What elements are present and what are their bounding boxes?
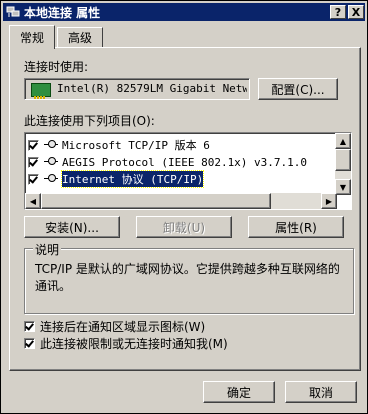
- cancel-button[interactable]: 取消: [285, 381, 357, 403]
- component-checkbox[interactable]: [28, 173, 39, 185]
- connect-using-label: 连接时使用:: [24, 60, 89, 74]
- list-item-tcpip-v6[interactable]: Microsoft TCP/IP 版本 6: [28, 137, 333, 153]
- components-list[interactable]: Microsoft TCP/IP 版本 6 AEGIS Protocol (IE…: [24, 132, 352, 210]
- network-card-icon: [31, 83, 51, 99]
- component-checkbox[interactable]: [28, 156, 39, 168]
- vertical-scrollbar[interactable]: ▲ ▼: [335, 133, 351, 195]
- properties-button[interactable]: 属性(R): [248, 216, 344, 238]
- scroll-left-icon[interactable]: ◀: [25, 193, 41, 209]
- list-item-tcpip[interactable]: Internet 协议 (TCP/IP): [28, 170, 333, 188]
- description-text: TCP/IP 是默认的广域网协议。它提供跨越多种互联网络的通讯。: [35, 262, 340, 293]
- component-checkbox[interactable]: [28, 139, 39, 151]
- horizontal-scrollbar[interactable]: ◀ ▶: [25, 193, 337, 209]
- horizontal-scroll-thumb[interactable]: [41, 193, 271, 209]
- install-button[interactable]: 安装(N)...: [24, 216, 120, 238]
- show-icon-label: 连接后在通知区域显示图标(W): [40, 320, 206, 334]
- network-connection-icon: [6, 5, 20, 19]
- window-title: 本地连接 属性: [24, 5, 101, 20]
- notify-label: 此连接被限制或无连接时通知我(M): [40, 337, 228, 351]
- list-item-label: Internet 协议 (TCP/IP): [60, 170, 205, 188]
- scroll-up-icon[interactable]: ▲: [335, 133, 351, 149]
- vertical-scroll-thumb[interactable]: [335, 149, 351, 171]
- scroll-down-icon[interactable]: ▼: [335, 179, 351, 195]
- description-group: 说明 TCP/IP 是默认的广域网协议。它提供跨越多种互联网络的通讯。: [24, 241, 354, 314]
- help-button[interactable]: ?: [330, 5, 346, 19]
- properties-dialog: 本地连接 属性 ? X 常规 高级 连接时使用: Intel(R) 82579L…: [0, 0, 368, 414]
- notify-option[interactable]: 此连接被限制或无连接时通知我(M): [24, 335, 228, 352]
- scroll-right-icon[interactable]: ▶: [321, 193, 337, 209]
- ok-button[interactable]: 确定: [203, 381, 275, 403]
- components-label: 此连接使用下列项目(O):: [24, 114, 155, 128]
- title-bar[interactable]: 本地连接 属性 ? X: [3, 3, 365, 21]
- list-item-label: AEGIS Protocol (IEEE 802.1x) v3.7.1.0: [62, 155, 308, 169]
- list-item-aegis[interactable]: AEGIS Protocol (IEEE 802.1x) v3.7.1.0: [28, 154, 333, 170]
- close-button[interactable]: X: [348, 5, 364, 19]
- description-title: 说明: [33, 241, 62, 258]
- uninstall-button: 卸载(U): [136, 216, 232, 238]
- show-icon-checkbox[interactable]: [24, 321, 35, 332]
- list-item-label: Microsoft TCP/IP 版本 6: [62, 139, 210, 152]
- adapter-display: Intel(R) 82579LM Gigabit Netwo: [24, 78, 250, 100]
- protocol-icon: [44, 174, 60, 184]
- general-panel: 连接时使用: Intel(R) 82579LM Gigabit Netwo 配置…: [9, 47, 361, 371]
- show-icon-option[interactable]: 连接后在通知区域显示图标(W): [24, 318, 205, 335]
- protocol-icon: [44, 140, 60, 150]
- protocol-icon: [44, 157, 60, 167]
- tab-general[interactable]: 常规: [9, 25, 55, 49]
- notify-checkbox[interactable]: [24, 338, 35, 349]
- configure-button[interactable]: 配置(C)...: [258, 78, 338, 100]
- tab-advanced[interactable]: 高级: [57, 27, 103, 47]
- adapter-name: Intel(R) 82579LM Gigabit Netwo: [57, 82, 247, 95]
